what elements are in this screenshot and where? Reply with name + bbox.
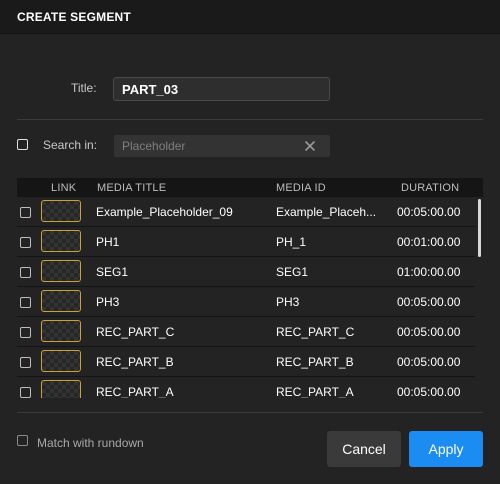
column-header-media-id[interactable]: MEDIA ID [276, 182, 326, 194]
row-checkbox[interactable] [20, 357, 31, 368]
media-title-cell: PH3 [96, 295, 120, 309]
dialog-title: CREATE SEGMENT [17, 10, 131, 24]
media-id-cell: Example_Placeh... [276, 205, 377, 219]
media-title-cell: REC_PART_C [96, 325, 175, 339]
table-scrollbar[interactable] [478, 199, 481, 257]
close-icon[interactable] [302, 138, 318, 154]
duration-cell: 01:00:00.00 [397, 265, 461, 279]
duration-cell: 00:05:00.00 [397, 385, 461, 398]
match-with-rundown-label: Match with rundown [37, 436, 144, 450]
row-checkbox[interactable] [20, 297, 31, 308]
column-header-duration[interactable]: DURATION [401, 182, 459, 194]
row-checkbox[interactable] [20, 327, 31, 338]
duration-cell: 00:05:00.00 [397, 205, 461, 219]
media-title-cell: REC_PART_A [96, 385, 174, 398]
duration-cell: 00:05:00.00 [397, 355, 461, 369]
table-row[interactable]: SEG1 SEG1 01:00:00.00 [17, 257, 475, 287]
media-thumbnail-icon [41, 230, 81, 252]
match-with-rundown-checkbox[interactable] [17, 435, 28, 446]
media-thumbnail-icon [41, 380, 81, 398]
divider [17, 119, 483, 120]
title-label: Title: [71, 81, 97, 95]
media-id-cell: REC_PART_C [276, 325, 355, 339]
media-id-cell: REC_PART_B [276, 355, 354, 369]
media-thumbnail-icon [41, 260, 81, 282]
column-header-link[interactable]: LINK [51, 182, 76, 194]
table-row[interactable]: Example_Placeholder_09 Example_Placeh...… [17, 197, 475, 227]
cancel-button[interactable]: Cancel [327, 431, 401, 467]
table-body: Example_Placeholder_09 Example_Placeh...… [17, 197, 483, 398]
media-thumbnail-icon [41, 320, 81, 342]
apply-button[interactable]: Apply [409, 431, 483, 467]
row-checkbox[interactable] [20, 387, 31, 398]
row-checkbox[interactable] [20, 237, 31, 248]
media-table: LINK MEDIA TITLE MEDIA ID DURATION Examp… [17, 178, 483, 398]
row-checkbox[interactable] [20, 267, 31, 278]
table-row[interactable]: REC_PART_C REC_PART_C 00:05:00.00 [17, 317, 475, 347]
duration-cell: 00:05:00.00 [397, 325, 461, 339]
media-title-cell: PH1 [96, 235, 120, 249]
table-row[interactable]: PH3 PH3 00:05:00.00 [17, 287, 475, 317]
media-id-cell: SEG1 [276, 265, 309, 279]
title-input[interactable] [113, 77, 330, 101]
media-thumbnail-icon [41, 200, 81, 222]
media-title-cell: REC_PART_B [96, 355, 174, 369]
table-row[interactable]: PH1 PH_1 00:01:00.00 [17, 227, 475, 257]
column-header-media-title[interactable]: MEDIA TITLE [97, 182, 166, 194]
table-header: LINK MEDIA TITLE MEDIA ID DURATION [17, 178, 483, 197]
search-in-label: Search in: [43, 138, 98, 152]
media-thumbnail-icon [41, 290, 81, 312]
duration-cell: 00:01:00.00 [397, 235, 461, 249]
media-id-cell: PH_1 [276, 235, 307, 249]
row-checkbox[interactable] [20, 207, 31, 218]
media-id-cell: PH3 [276, 295, 300, 309]
duration-cell: 00:05:00.00 [397, 295, 461, 309]
create-segment-dialog: CREATE SEGMENT Title: Search in: LINK ME… [0, 0, 500, 484]
table-row[interactable]: REC_PART_B REC_PART_B 00:05:00.00 [17, 347, 475, 377]
search-input[interactable] [114, 135, 330, 157]
media-thumbnail-icon [41, 350, 81, 372]
media-title-cell: SEG1 [96, 265, 129, 279]
dialog-header: CREATE SEGMENT [0, 0, 500, 34]
media-title-cell: Example_Placeholder_09 [96, 205, 233, 219]
table-row[interactable]: REC_PART_A REC_PART_A 00:05:00.00 [17, 377, 475, 398]
media-id-cell: REC_PART_A [276, 385, 354, 398]
search-in-checkbox[interactable] [17, 139, 28, 150]
divider [17, 412, 483, 413]
